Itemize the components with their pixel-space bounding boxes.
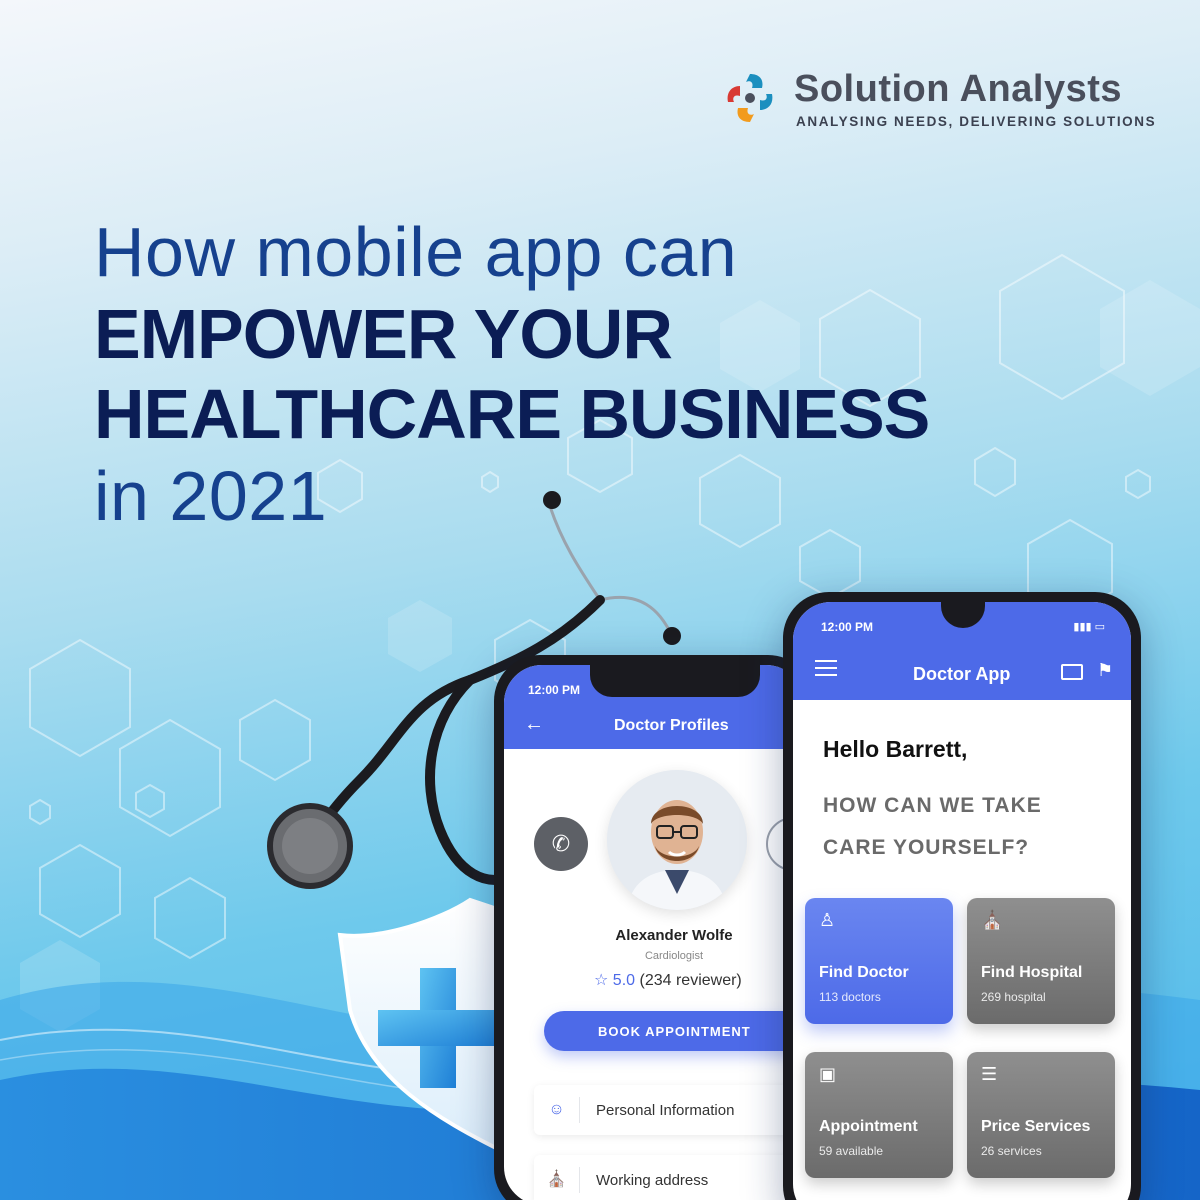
greeting: Hello Barrett, [823, 736, 968, 762]
card-find-doctor[interactable]: ♙ Find Doctor 113 doctors [805, 898, 953, 1024]
card-title: Find Hospital [981, 964, 1083, 981]
doctor-profile-phone: 12:00 PM ← Doctor Profiles ✆ Alexander W… [494, 655, 814, 1200]
poster: Solution Analysts ANALYSING NEEDS, DELIV… [0, 0, 1200, 1200]
star-icon: ☆ [594, 972, 609, 989]
doctor-app-phone: 12:00 PM ▮▮▮ ▭ Doctor App ⚑ Hello Barret… [783, 592, 1141, 1200]
doctor-specialty: Cardiologist [644, 950, 704, 962]
battery-icon: ▮▮▮ ▭ [1073, 621, 1105, 633]
headline-line-1: How mobile app can [94, 213, 738, 291]
review-count: (234 reviewer) [639, 972, 742, 989]
card-appointment[interactable]: ▣ Appointment 59 available [805, 1052, 953, 1178]
prompt-line-2: CARE YOURSELF? [823, 836, 1030, 859]
doctor-icon: ♙ [819, 910, 836, 930]
rating-score: 5.0 [612, 972, 636, 989]
card-find-hospital[interactable]: ⛪ Find Hospital 269 hospital [967, 898, 1115, 1024]
card-subtitle: 269 hospital [981, 990, 1046, 1004]
info-row-address[interactable]: ⛪ Working address [534, 1155, 804, 1200]
mail-icon[interactable] [1061, 664, 1083, 680]
logo-mark-icon [727, 74, 773, 122]
doctor-name: Alexander Wolfe [615, 927, 733, 944]
hospital-icon: ⛪ [981, 910, 1004, 930]
headline-line-4: in 2021 [94, 457, 328, 535]
status-time: 12:00 PM [821, 620, 874, 634]
card-subtitle: 113 doctors [819, 990, 881, 1004]
status-time: 12:00 PM [528, 683, 581, 697]
brand-logo[interactable]: Solution Analysts ANALYSING NEEDS, DELIV… [722, 68, 1155, 132]
info-row-label: Personal Information [596, 1101, 735, 1119]
headline-line-3: HEALTHCARE BUSINESS [94, 375, 930, 453]
brand-name: Solution Analysts [794, 68, 1123, 110]
building-icon: ⛪ [534, 1167, 580, 1193]
prompt-line-1: HOW CAN WE TAKE [823, 794, 1042, 817]
card-subtitle: 59 available [819, 1144, 884, 1158]
doctor-profile-screen: 12:00 PM ← Doctor Profiles ✆ Alexander W… [504, 665, 804, 1200]
doctor-app-screen: 12:00 PM ▮▮▮ ▭ Doctor App ⚑ Hello Barret… [793, 602, 1131, 1200]
bell-icon[interactable]: ⚑ [1097, 660, 1113, 681]
card-title: Appointment [819, 1118, 918, 1135]
card-title: Find Doctor [819, 964, 909, 981]
person-icon: ☺ [534, 1097, 580, 1123]
headline: How mobile app can EMPOWER YOUR HEALTHCA… [94, 210, 930, 538]
profile-title: Doctor Profiles [614, 717, 729, 734]
info-row-personal[interactable]: ☺ Personal Information [534, 1085, 804, 1135]
app-title: Doctor App [913, 664, 1011, 684]
card-price-services[interactable]: ☰ Price Services 26 services [967, 1052, 1115, 1178]
stethoscope-earpiece [663, 627, 681, 645]
card-title: Price Services [981, 1118, 1091, 1135]
calendar-icon: ▣ [819, 1064, 837, 1084]
book-appointment-button[interactable]: BOOK APPOINTMENT [544, 1011, 804, 1051]
hamburger-menu-icon[interactable] [815, 660, 837, 676]
phone-call-icon[interactable]: ✆ [534, 817, 588, 871]
phone-notch [590, 665, 760, 697]
doctor-photo-icon [607, 770, 747, 910]
brand-tagline: ANALYSING NEEDS, DELIVERING SOLUTIONS [796, 114, 1157, 129]
info-row-label: Working address [596, 1171, 709, 1189]
card-subtitle: 26 services [981, 1144, 1042, 1158]
headline-line-2: EMPOWER YOUR [94, 295, 673, 373]
doctor-avatar [607, 770, 747, 910]
doctor-rating: ☆ 5.0 (234 reviewer) [594, 970, 742, 990]
arrow-left-icon[interactable]: ← [524, 713, 544, 736]
clipboard-icon: ☰ [981, 1064, 998, 1084]
